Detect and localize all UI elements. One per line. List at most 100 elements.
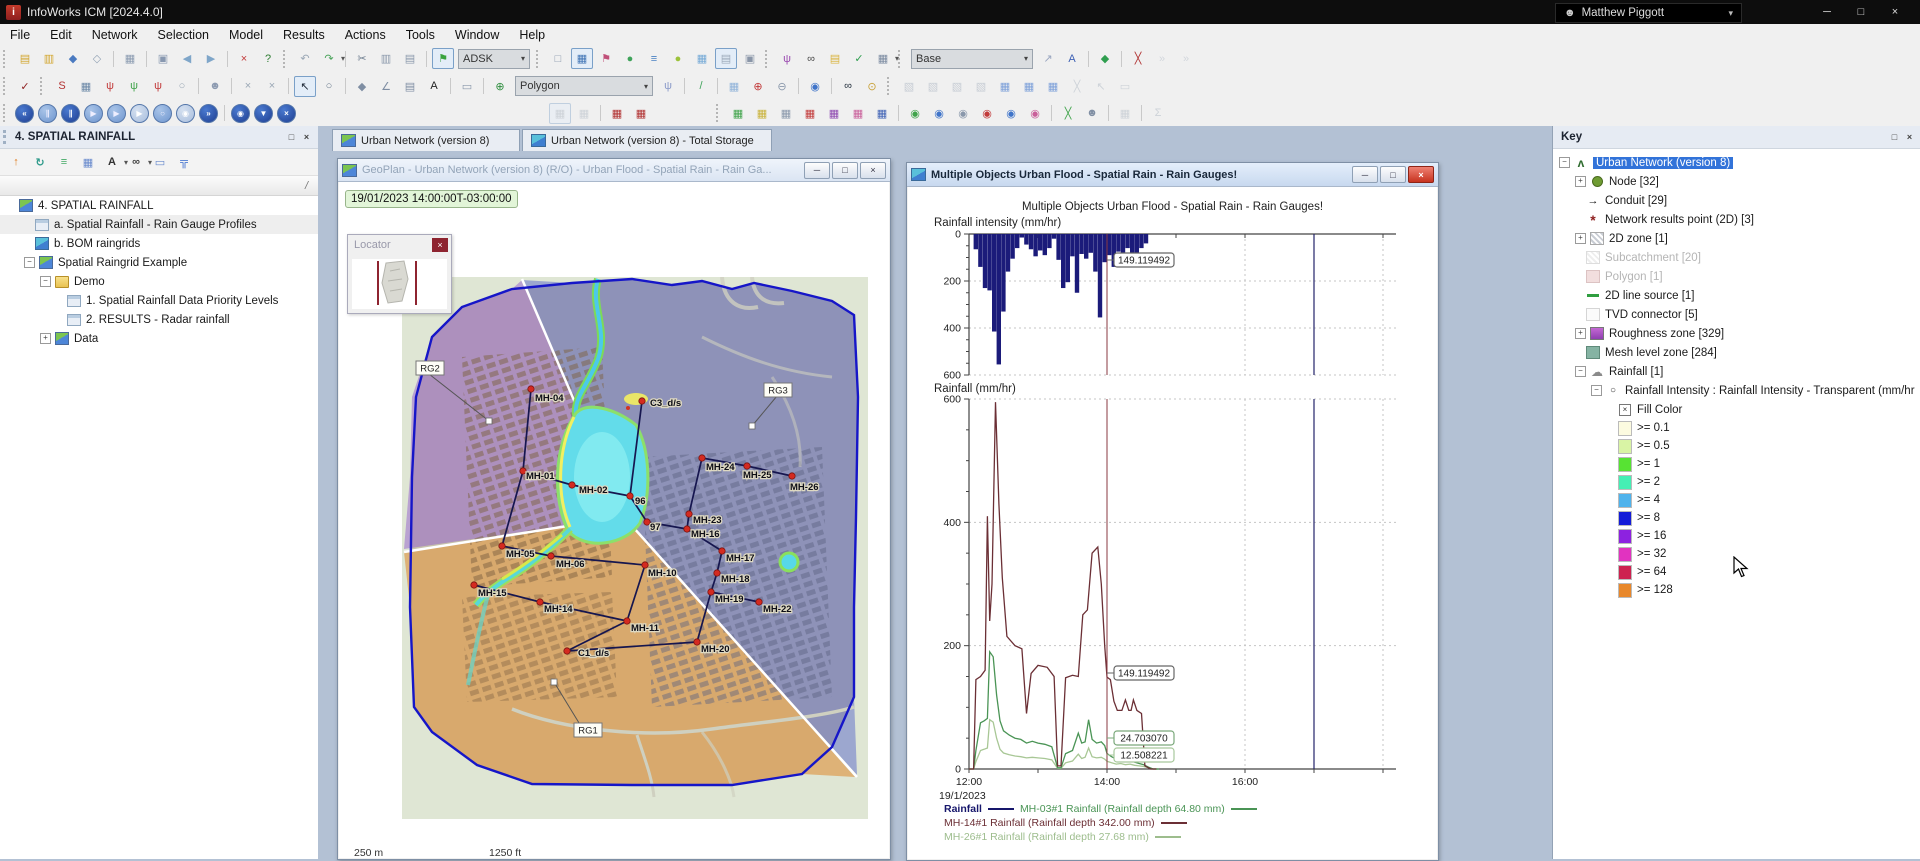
tree-item[interactable]: − Demo xyxy=(0,272,318,291)
redo-icon[interactable]: ↷ ▾ xyxy=(318,48,345,69)
tree-item[interactable]: * Network results point (2D) [3] xyxy=(1553,210,1920,229)
graph-canvas[interactable]: Multiple Objects Urban Flood - Spatial R… xyxy=(908,187,1437,859)
trace-red2-icon[interactable]: ψ xyxy=(147,76,169,97)
open-file-icon[interactable]: ▥ xyxy=(38,48,60,69)
grid-window-icon[interactable]: ▦ xyxy=(571,48,593,69)
geoplan-canvas[interactable]: 19/01/2023 14:00:00T-03:00:00 MH-04 MH-0… xyxy=(339,182,889,858)
gauge-marker[interactable] xyxy=(748,422,756,430)
menu-actions[interactable]: Actions xyxy=(335,24,396,45)
sql-icon[interactable]: S xyxy=(51,76,73,97)
tree-item[interactable]: 2. RESULTS - Radar rainfall xyxy=(0,310,318,329)
node-MH-23[interactable] xyxy=(685,510,693,518)
graph-minimize-button[interactable]: ─ xyxy=(1352,166,1378,183)
commit-icon[interactable]: ● xyxy=(619,48,641,69)
menu-edit[interactable]: Edit xyxy=(40,24,82,45)
copy-icon[interactable]: ▥ xyxy=(375,48,397,69)
menu-results[interactable]: Results xyxy=(273,24,335,45)
users-icon[interactable]: ☻ xyxy=(204,76,226,97)
details-icon[interactable]: ≡ xyxy=(53,152,75,173)
collapse-icon[interactable]: − xyxy=(24,257,35,268)
tree-item[interactable]: 2D line source [1] xyxy=(1553,286,1920,305)
collapse-icon[interactable]: − xyxy=(1559,157,1570,168)
tree-item[interactable]: Polygon [1] xyxy=(1553,267,1920,286)
results-icon[interactable]: ▤ xyxy=(824,48,846,69)
properties-icon[interactable]: ▤ xyxy=(399,76,421,97)
trace-dim-icon[interactable]: ○ xyxy=(171,76,193,97)
tree-item[interactable]: b. BOM raingrids xyxy=(0,234,318,253)
panel-close-button[interactable]: × xyxy=(299,130,314,144)
node-96[interactable] xyxy=(626,492,634,500)
tool-dim1-icon[interactable]: ▧ xyxy=(898,76,920,97)
adsk-select[interactable]: ADSK ▾ xyxy=(458,48,530,69)
tab-2[interactable]: Urban Network (version 8) - Total Storag… xyxy=(522,129,772,151)
unlock-icon[interactable]: ◇ xyxy=(86,48,108,69)
pointer-add-icon[interactable]: ↖ xyxy=(1090,76,1112,97)
new-file-icon[interactable]: ▤ xyxy=(14,48,36,69)
node-MH-20[interactable] xyxy=(693,638,701,646)
tree-item[interactable]: + Node [32] xyxy=(1553,172,1920,191)
globe-icon[interactable]: ⊕ xyxy=(489,76,511,97)
pause-button[interactable]: ∥ xyxy=(38,103,57,123)
expand-icon[interactable]: + xyxy=(1575,176,1586,187)
clear-selection2-icon[interactable]: × xyxy=(261,76,283,97)
rewind-button[interactable]: « xyxy=(15,103,34,123)
node-MH-14[interactable] xyxy=(536,598,544,606)
save-icon[interactable]: ▣ xyxy=(152,48,174,69)
toolbar-grip[interactable] xyxy=(40,77,47,95)
tree-item[interactable]: +2D zone [1] xyxy=(1553,229,1920,248)
person-icon[interactable]: ☻ xyxy=(1081,103,1103,124)
close-button[interactable]: × xyxy=(1878,0,1912,24)
maximize-button[interactable]: □ xyxy=(1844,0,1878,24)
play-button[interactable]: ▶ xyxy=(107,103,126,123)
tree-item[interactable]: TVD connector [5] xyxy=(1553,305,1920,324)
help-icon[interactable]: ? xyxy=(257,48,279,69)
tree-item[interactable]: − ʌ Urban Network (version 8) xyxy=(1553,153,1920,172)
table-dim-b-icon[interactable]: ▦ xyxy=(573,103,595,124)
grid-dot-green-icon[interactable]: ▦ xyxy=(727,103,749,124)
tab-1[interactable]: Urban Network (version 8) xyxy=(332,129,520,151)
panel-grip[interactable] xyxy=(3,130,10,144)
dim-a-icon[interactable]: ▦ xyxy=(1114,103,1136,124)
expand-icon[interactable]: + xyxy=(1575,233,1586,244)
window-blue3-icon[interactable]: ▦ xyxy=(1042,76,1064,97)
toolbar-grip[interactable] xyxy=(3,49,10,68)
node-MH-17[interactable] xyxy=(718,547,726,555)
branch-icon[interactable]: ψ xyxy=(657,76,679,97)
key-legend-item[interactable]: >= 0.1 xyxy=(1553,419,1920,437)
find-tree-icon[interactable]: ∞ ▾ xyxy=(125,152,152,173)
x-green-icon[interactable]: ╳ xyxy=(1057,103,1079,124)
grid-dot-yellow-icon[interactable]: ▦ xyxy=(751,103,773,124)
layers-icon[interactable]: ≡ xyxy=(643,48,665,69)
sum-icon[interactable]: Σ xyxy=(1147,103,1169,124)
junction-icon[interactable]: ψ xyxy=(776,48,798,69)
toolbar-grip[interactable] xyxy=(887,77,894,95)
locator-map[interactable] xyxy=(352,259,447,309)
circle-grid-white-icon[interactable]: ◉ xyxy=(952,103,974,124)
run-icon[interactable]: » xyxy=(1151,48,1173,69)
tool-dim3-icon[interactable]: ▧ xyxy=(946,76,968,97)
compare-icon[interactable]: ◆ xyxy=(1094,48,1116,69)
key-legend-item[interactable]: >= 8 xyxy=(1553,509,1920,527)
play-slow-button[interactable]: ▶ xyxy=(130,103,149,123)
toolbar-grip[interactable] xyxy=(283,49,290,68)
fast-forward-button[interactable]: » xyxy=(199,103,218,123)
stop-button[interactable]: ○ xyxy=(153,103,172,123)
menu-help[interactable]: Help xyxy=(509,24,555,45)
tree-item[interactable]: × Fill Color xyxy=(1553,400,1920,419)
pointer-icon[interactable]: ↖ xyxy=(294,75,316,97)
tree-item[interactable]: Subcatchment [20] xyxy=(1553,248,1920,267)
node-MH-11[interactable] xyxy=(623,617,631,625)
circle-grid-pink-icon[interactable]: ◉ xyxy=(1024,103,1046,124)
node-C3_d/s[interactable] xyxy=(638,397,646,405)
node-MH-25[interactable] xyxy=(743,462,751,470)
exclude-grid-icon[interactable]: ╳ xyxy=(1127,48,1149,69)
expand-icon[interactable]: + xyxy=(40,333,51,344)
sort-az-icon[interactable]: A xyxy=(1061,48,1083,69)
trace-red-icon[interactable]: ψ xyxy=(99,76,121,97)
node-MH-22[interactable] xyxy=(755,598,763,606)
lasso-icon[interactable]: ○ xyxy=(318,76,340,97)
node-MH-19[interactable] xyxy=(707,588,715,596)
find-icon[interactable]: ∞ xyxy=(837,76,859,97)
lock-icon[interactable]: ◆ xyxy=(62,48,84,69)
zoom-out-icon[interactable]: ⊖ xyxy=(771,76,793,97)
